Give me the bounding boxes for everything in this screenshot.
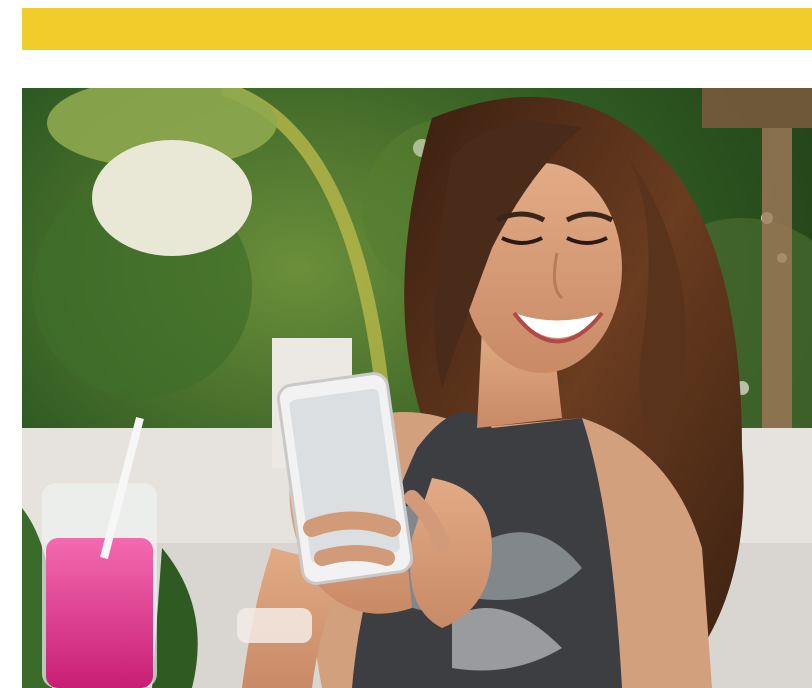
top-banner-bar [22,8,812,50]
woman-phone-illustration [22,88,812,688]
hero-photo [22,88,812,688]
